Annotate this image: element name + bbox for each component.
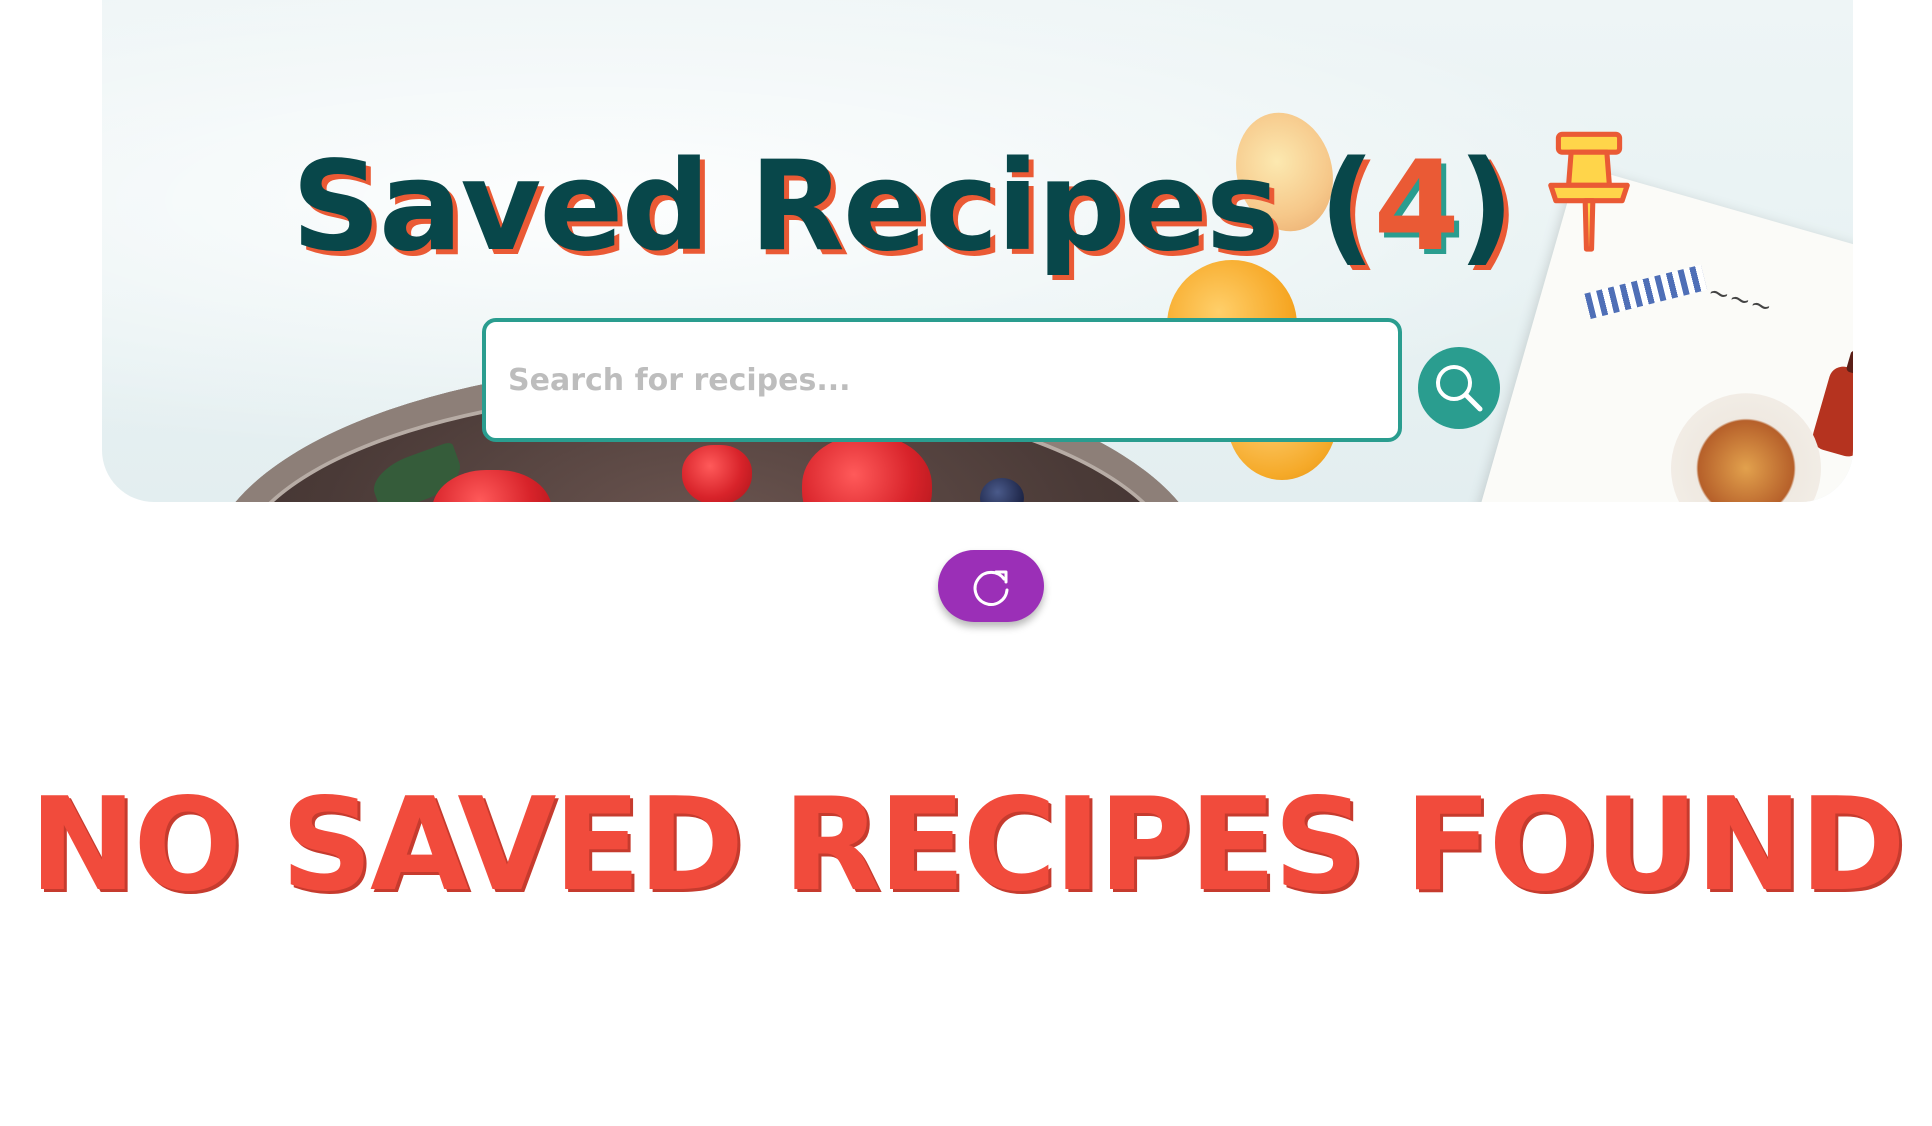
strawberry-image <box>682 445 752 502</box>
plate-image <box>1653 375 1839 502</box>
saved-recipes-page: ~~~ Saved Recipes (4) NO SAVED RECIPES F… <box>0 0 1932 1126</box>
card-handwriting-image: ~~~ <box>1704 276 1776 324</box>
pushpin-icon <box>1548 131 1631 252</box>
title-text: Saved Recipes <box>291 135 1280 280</box>
search-button[interactable] <box>1418 347 1500 429</box>
search-input[interactable] <box>482 318 1402 442</box>
refresh-icon <box>973 570 1009 606</box>
refresh-button[interactable] <box>938 550 1044 622</box>
search-icon <box>1436 365 1483 412</box>
empty-state-message: NO SAVED RECIPES FOUND <box>29 771 1906 920</box>
saved-count: 4 <box>1373 135 1460 280</box>
page-title: Saved Recipes (4) <box>0 129 1932 279</box>
title-open-paren: ( <box>1318 135 1376 280</box>
title-close-paren: ) <box>1457 135 1515 280</box>
